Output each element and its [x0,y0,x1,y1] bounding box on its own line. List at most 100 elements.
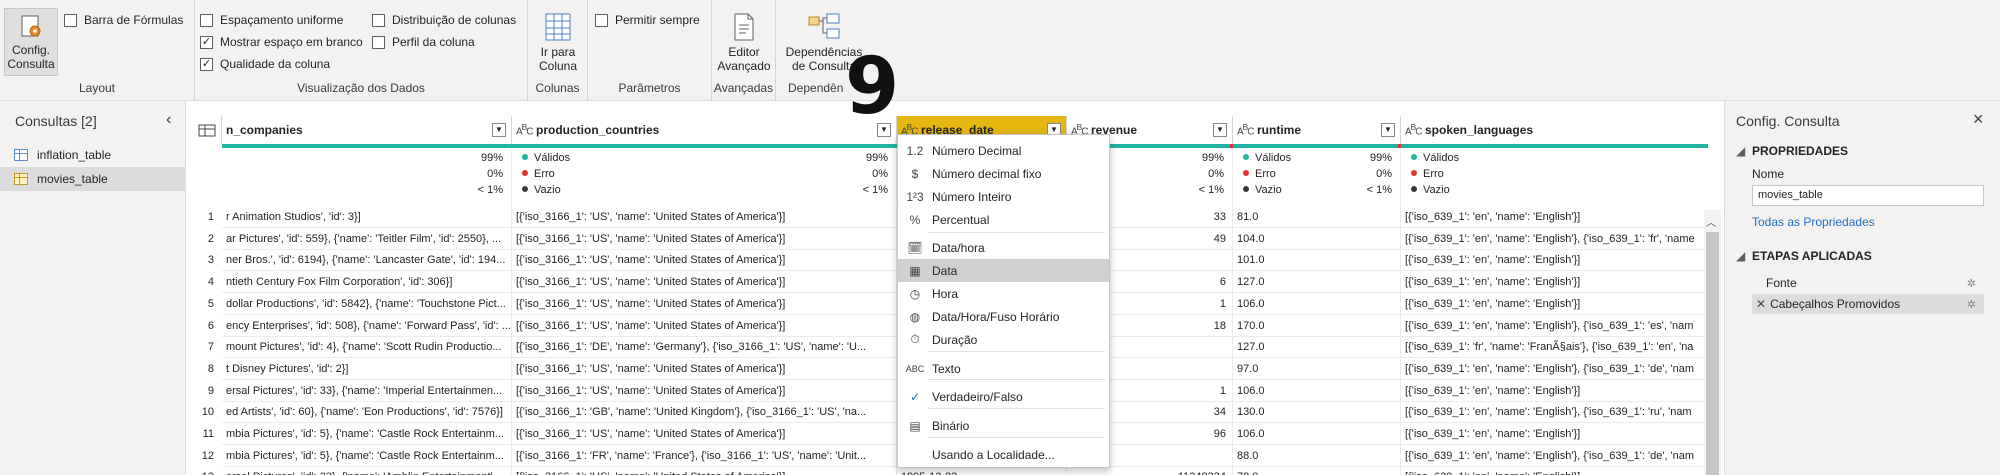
table-cell[interactable]: [{'iso_639_1': 'en', 'name': 'English'},… [1401,315,1708,337]
table-cell[interactable]: dollar Productions', 'id': 5842}, {'name… [222,293,512,315]
allow-always-box[interactable] [595,13,608,27]
table-cell[interactable]: [{'iso_639_1': 'en', 'name': 'English'}] [1401,249,1708,271]
collapse-triangle-icon[interactable]: ◢ [1736,249,1745,263]
table-cell[interactable]: [{'iso_639_1': 'en', 'name': 'English'}] [1401,380,1708,402]
text-type-icon[interactable]: ABC [1237,122,1257,137]
table-cell[interactable]: 78.0 [1233,466,1401,475]
column-distribution-checkbox[interactable]: Distribuição de colunas [372,13,516,27]
chevron-up-icon[interactable]: ︿ [1706,214,1716,229]
close-icon[interactable]: × [1973,109,1984,130]
table-cell[interactable]: 81.0 [1233,206,1401,228]
column-quality-checkbox[interactable]: ✓ Qualidade da coluna [200,57,330,71]
table-cell[interactable]: 106.0 [1233,293,1401,315]
check-icon[interactable]: ✓ [200,57,213,71]
column-header-companies[interactable]: n_companies ▼ [222,116,512,144]
table-cell[interactable]: 130.0 [1233,401,1401,423]
table-cell[interactable]: [{'iso_639_1': 'en', 'name': 'English'},… [1401,228,1708,250]
column-header-production-countries[interactable]: ABC production_countries ▼ [512,116,897,144]
table-cell[interactable]: [{'iso_639_1': 'en', 'name': 'English'}] [1401,466,1708,475]
type-menu-item[interactable]: ⏱ Duração [898,328,1109,351]
table-cell[interactable]: [{'iso_3166_1': 'DE', 'name': 'Germany'}… [512,336,897,358]
table-cell[interactable]: [{'iso_639_1': 'fr', 'name': 'FranÃ§ais'… [1401,336,1708,358]
applied-step-promoted-headers[interactable]: ✕ Cabeçalhos Promovidos ✲ [1752,294,1984,314]
table-cell[interactable]: [{'iso_3166_1': 'US', 'name': 'United St… [512,315,897,337]
table-cell[interactable]: [{'iso_639_1': 'en', 'name': 'English'}] [1401,271,1708,293]
type-menu-item[interactable]: ▦ Data [898,259,1109,282]
allow-always-checkbox[interactable]: Permitir sempre [595,13,700,27]
table-cell[interactable]: ersal Pictures', 'id': 33}, {'name': 'Im… [222,380,512,402]
check-icon[interactable]: ✓ [200,35,213,49]
type-menu-item[interactable]: Usando a Localidade... [898,443,1109,466]
table-cell[interactable]: r Animation Studios', 'id': 3}] [222,206,512,228]
chevron-down-icon[interactable]: ▼ [492,123,506,137]
type-menu-item[interactable]: 1²3 Número Inteiro [898,185,1109,208]
table-cell[interactable]: mount Pictures', 'id': 4}, {'name': 'Sco… [222,336,512,358]
table-cell[interactable]: 104.0 [1233,228,1401,250]
table-cell[interactable]: 170.0 [1233,315,1401,337]
table-cell[interactable]: ency Enterprises', 'id': 508}, {'name': … [222,315,512,337]
chevron-down-icon[interactable]: ▼ [1213,123,1227,137]
table-cell[interactable]: 106.0 [1233,423,1401,445]
query-name-input[interactable]: movies_table [1752,185,1984,206]
query-item-movies-table[interactable]: movies_table [0,167,186,191]
table-cell[interactable]: 88.0 [1233,445,1401,467]
type-menu-item[interactable]: 🗓 Data/hora [898,236,1109,259]
advanced-editor-button[interactable]: Editor Avançado [716,12,772,73]
table-cell[interactable]: t Disney Pictures', 'id': 2}] [222,358,512,380]
type-menu-item[interactable]: ◍ Data/Hora/Fuso Horário [898,305,1109,328]
table-cell[interactable]: [{'iso_639_1': 'en', 'name': 'English'},… [1401,358,1708,380]
type-menu-item[interactable]: % Percentual [898,208,1109,231]
table-cell[interactable]: ntieth Century Fox Film Corporation', 'i… [222,271,512,293]
query-item-inflation-table[interactable]: inflation_table [0,143,186,167]
formula-bar-checkbox[interactable]: Barra de Fórmulas [64,13,183,27]
table-cell[interactable]: [{'iso_3166_1': 'FR', 'name': 'France'},… [512,445,897,467]
table-cell[interactable]: [{'iso_3166_1': 'US', 'name': 'United St… [512,206,897,228]
collapse-triangle-icon[interactable]: ◢ [1736,144,1745,158]
table-cell[interactable]: mbia Pictures', 'id': 5}, {'name': 'Cast… [222,445,512,467]
table-cell[interactable]: 101.0 [1233,249,1401,271]
applied-step-source[interactable]: Fonte ✲ [1752,273,1984,293]
uniform-spacing-checkbox[interactable]: Espaçamento uniforme [200,13,343,27]
all-properties-link[interactable]: Todas as Propriedades [1752,215,1875,229]
table-cell[interactable]: [{'iso_3166_1': 'US', 'name': 'United St… [512,271,897,293]
table-cell[interactable]: [{'iso_639_1': 'en', 'name': 'English'},… [1401,401,1708,423]
gear-icon[interactable]: ✲ [1967,277,1976,290]
table-cell[interactable]: mbia Pictures', 'id': 5}, {'name': 'Cast… [222,423,512,445]
table-cell[interactable]: [{'iso_639_1': 'en', 'name': 'English'}] [1401,206,1708,228]
table-cell[interactable]: [{'iso_3166_1': 'US', 'name': 'United St… [512,423,897,445]
table-cell[interactable]: 127.0 [1233,271,1401,293]
column-header-runtime[interactable]: ABC runtime ▼ [1233,116,1401,144]
table-cell[interactable]: 97.0 [1233,358,1401,380]
type-menu-item[interactable]: ABC Texto [898,357,1109,380]
table-cell[interactable]: ner Bros.', 'id': 6194}, {'name': 'Lanca… [222,249,512,271]
table-cell[interactable]: 106.0 [1233,380,1401,402]
column-profile-box[interactable] [372,35,385,49]
type-menu-item[interactable]: ▤ Binário [898,414,1109,437]
collapse-pane-icon[interactable]: ‹ [166,111,171,129]
type-menu-item[interactable]: ◷ Hora [898,282,1109,305]
delete-step-icon[interactable]: ✕ [1756,297,1766,311]
table-cell[interactable]: [{'iso_3166_1': 'US', 'name': 'United St… [512,380,897,402]
type-menu-item[interactable]: $ Número decimal fixo [898,162,1109,185]
table-cell[interactable]: [{'iso_3166_1': 'GB', 'name': 'United Ki… [512,401,897,423]
column-profile-checkbox[interactable]: Perfil da coluna [372,35,475,49]
table-cell[interactable]: [{'iso_3166_1': 'US', 'name': 'United St… [512,249,897,271]
chevron-down-icon[interactable]: ▼ [1381,123,1395,137]
type-menu-item[interactable]: 1.2 Número Decimal [898,139,1109,162]
table-cell[interactable]: [{'iso_3166_1': 'US', 'name': 'United St… [512,293,897,315]
table-cell[interactable]: ersal Pictures', 'id': 33}, {'name': 'Am… [222,466,512,475]
table-cell[interactable]: 127.0 [1233,336,1401,358]
table-cell[interactable]: [{'iso_639_1': 'en', 'name': 'English'}] [1401,423,1708,445]
table-cell[interactable]: [{'iso_639_1': 'en', 'name': 'English'},… [1401,445,1708,467]
column-header-spoken-languages[interactable]: ABC spoken_languages [1401,116,1708,144]
table-cell[interactable]: [{'iso_639_1': 'en', 'name': 'English'}] [1401,293,1708,315]
text-type-icon[interactable]: ABC [1405,122,1425,137]
table-cell[interactable]: ar Pictures', 'id': 559}, {'name': 'Teit… [222,228,512,250]
uniform-spacing-box[interactable] [200,13,213,27]
show-whitespace-checkbox[interactable]: ✓ Mostrar espaço em branco [200,35,363,49]
gear-icon[interactable]: ✲ [1967,298,1976,311]
table-cell[interactable]: [{'iso_3166_1': 'US', 'name': 'United St… [512,228,897,250]
text-type-icon[interactable]: ABC [516,122,536,137]
scrollbar-thumb[interactable] [1706,232,1719,475]
config-consulta-button[interactable]: Config. Consulta [4,8,58,76]
